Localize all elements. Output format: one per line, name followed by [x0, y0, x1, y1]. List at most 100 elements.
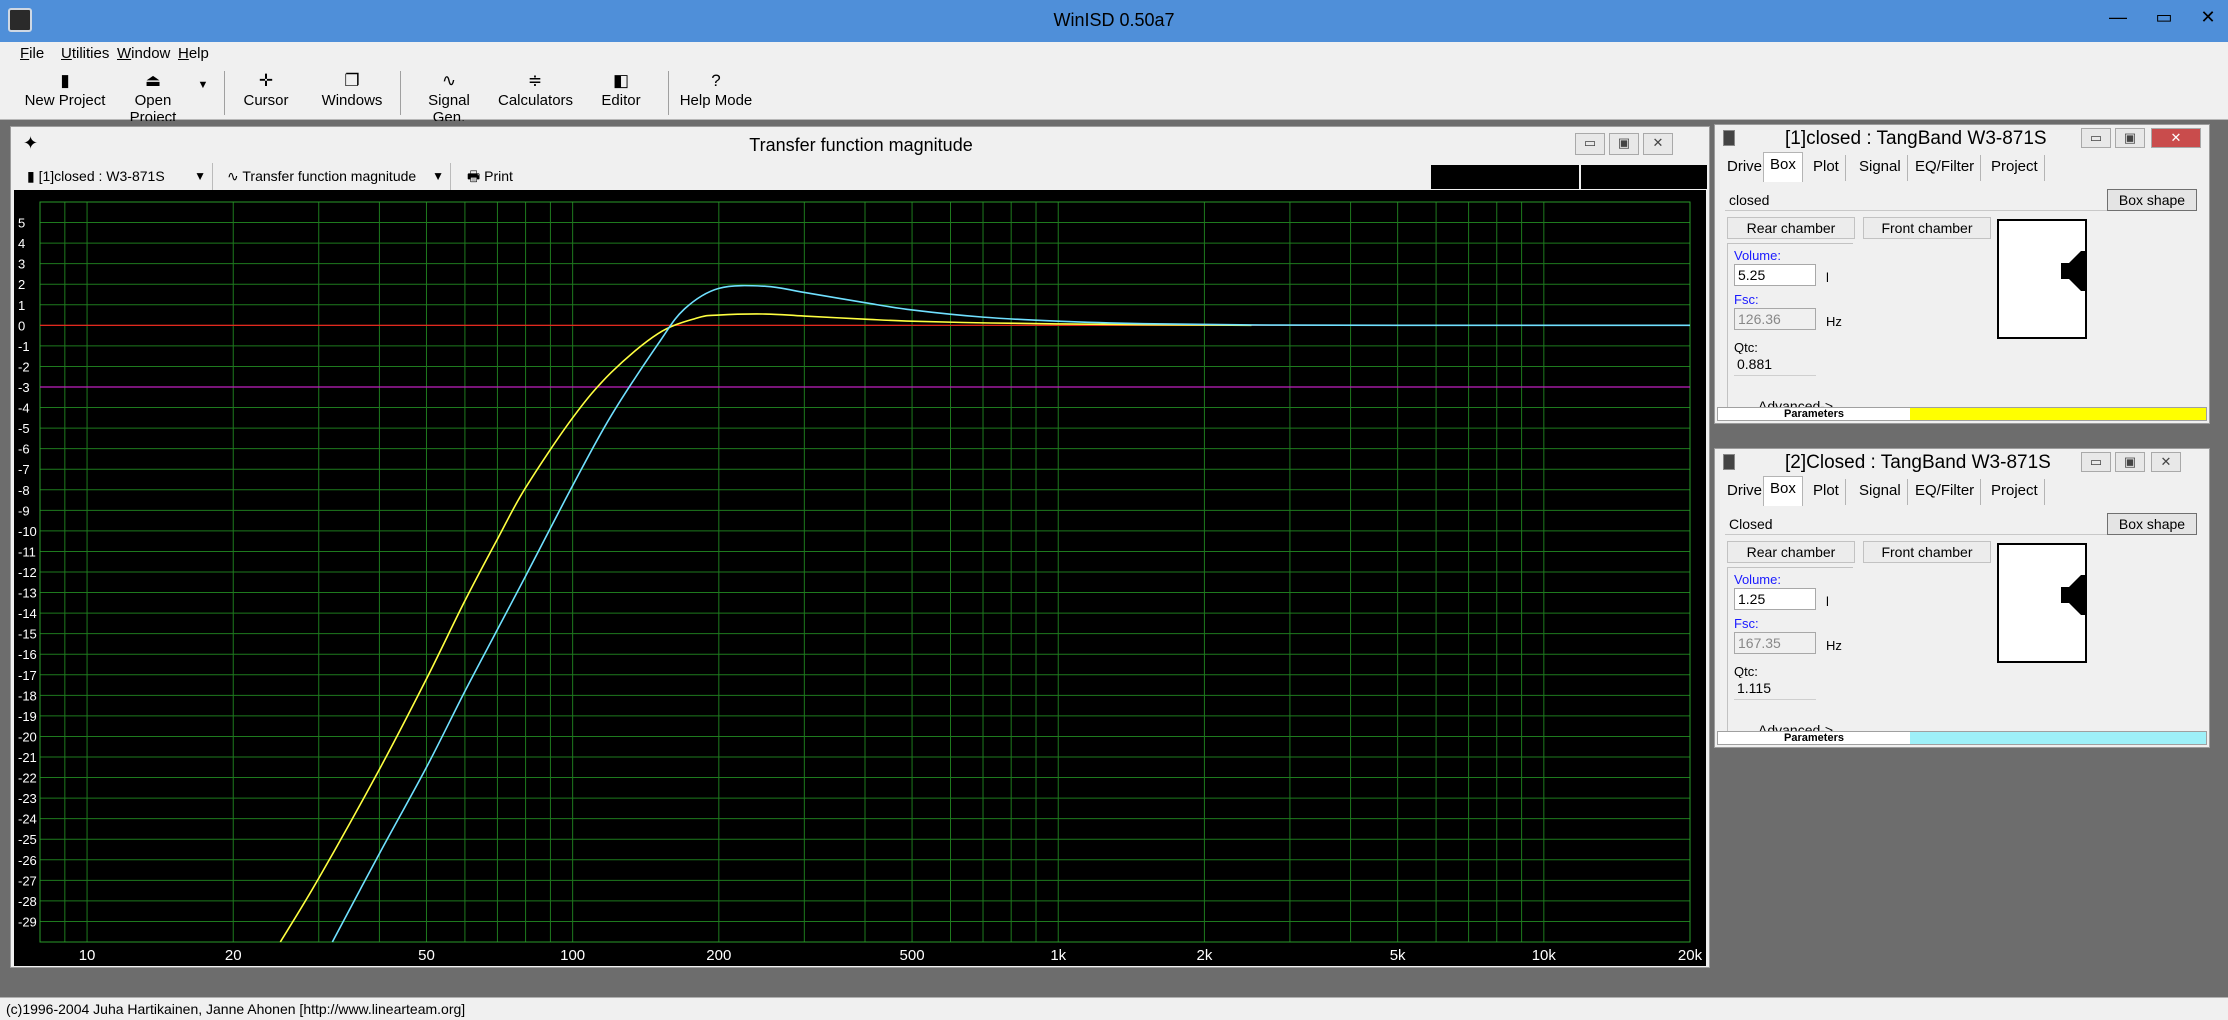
plot-area[interactable]: 5 4 3 2 1 0 -1 -2 -3 -4 -5 -6 -7 -8 -9 -10 -11 -12 -13 -14-…: [14, 190, 1706, 966]
x-tick-label: 1k: [1050, 947, 1066, 964]
tab-project[interactable]: Project: [1985, 479, 2045, 505]
y-tick-label: -29: [18, 914, 37, 929]
chevron-down-icon: ▼: [432, 169, 444, 183]
toolbar-separator: [400, 71, 401, 115]
toolbar-separator: [224, 71, 225, 115]
y-tick-label: -24: [18, 812, 37, 827]
graph-maximize-button[interactable]: ▣: [1609, 133, 1639, 155]
y-tick-label: -18: [18, 688, 37, 703]
y-tick-label: -8: [18, 483, 30, 498]
volume-unit: l: [1826, 594, 1829, 609]
driver-window-titlebar[interactable]: [2]Closed : TangBand W3-871S ▭ ▣ ✕: [1715, 449, 2209, 477]
driver-close-button[interactable]: ✕: [2151, 128, 2201, 148]
y-tick-label: -15: [18, 627, 37, 642]
box-name-field[interactable]: Closed: [1725, 513, 2115, 535]
y-tick-label: 0: [18, 318, 25, 333]
x-tick-label: 20k: [1678, 947, 1703, 964]
box-parameters-panel: Volume: 5.25 l Fsc: 126.36 Hz Qtc: 0.881…: [1727, 243, 1853, 414]
driver-minimize-button[interactable]: ▭: [2081, 452, 2111, 472]
window-minimize-button[interactable]: —: [2096, 2, 2140, 36]
calculators-button[interactable]: ≑ Calculators: [498, 70, 573, 116]
tab-plot[interactable]: Plot: [1807, 479, 1846, 505]
transfer-function-chart[interactable]: 543210-1-2-3-4-5-6-7-8-9-10-11-12-13-14-…: [14, 190, 1706, 966]
window-close-button[interactable]: ✕: [2186, 2, 2228, 36]
y-tick-label: -17: [18, 668, 37, 683]
tab-signal[interactable]: Signal: [1853, 155, 1908, 181]
menu-help[interactable]: Help: [178, 45, 209, 62]
front-chamber-button[interactable]: Front chamber: [1863, 541, 1991, 563]
signal-gen-button[interactable]: ∿ Signal Gen.: [410, 70, 488, 126]
open-project-button[interactable]: ⏏ Open Project: [110, 70, 196, 126]
box-shape-button[interactable]: Box shape: [2107, 513, 2197, 535]
menu-utilities[interactable]: Utilities: [61, 45, 109, 62]
y-tick-label: -3: [18, 380, 30, 395]
window-maximize-button[interactable]: ▭: [2142, 2, 2186, 36]
box-diagram: [1997, 219, 2087, 339]
driver-window-titlebar[interactable]: [1]closed : TangBand W3-871S ▭ ▣ ✕: [1715, 125, 2209, 153]
printer-icon: 🖶: [467, 168, 485, 184]
tab-box[interactable]: Box: [1763, 152, 1803, 182]
speaker-icon: [1723, 130, 1735, 146]
print-button[interactable]: 🖶 Print: [459, 163, 529, 191]
y-tick-label: 1: [18, 298, 25, 313]
y-tick-label: -13: [18, 586, 37, 601]
parameters-label: Parameters: [1784, 408, 1844, 420]
driver-tabs: Driver Box Plot Signal EQ/Filter Project: [1721, 476, 2205, 506]
y-tick-label: -27: [18, 873, 37, 888]
graph-close-button[interactable]: ✕: [1643, 133, 1673, 155]
rear-chamber-button[interactable]: Rear chamber: [1727, 217, 1855, 239]
app-titlebar[interactable]: WinISD 0.50a7 — ▭ ✕: [0, 0, 2228, 42]
graph-minimize-button[interactable]: ▭: [1575, 133, 1605, 155]
y-tick-label: -16: [18, 647, 37, 662]
tab-box[interactable]: Box: [1763, 476, 1803, 506]
fsc-label: Fsc:: [1734, 616, 1759, 631]
speaker-icon: ▮: [60, 71, 70, 90]
speaker-icon: [2061, 575, 2087, 615]
x-tick-label: 20: [225, 947, 242, 964]
box-shape-button[interactable]: Box shape: [2107, 189, 2197, 211]
y-tick-label: -6: [18, 442, 30, 457]
menu-window[interactable]: Window: [117, 45, 170, 62]
chevron-down-icon: ▼: [197, 79, 209, 91]
y-tick-label: -5: [18, 421, 30, 436]
parameters-strip: Parameters: [1717, 731, 2207, 745]
open-project-dropdown[interactable]: ▼: [196, 70, 210, 116]
graph-type-select[interactable]: ∿ Transfer function magnitude ▼: [219, 163, 451, 191]
status-bar: (c)1996-2004 Juha Hartikainen, Janne Aho…: [0, 997, 2228, 1020]
windows-button[interactable]: ❐ Windows: [318, 70, 386, 116]
qtc-value: 0.881: [1734, 354, 1816, 376]
front-chamber-button[interactable]: Front chamber: [1863, 217, 1991, 239]
x-tick-label: 10: [79, 947, 96, 964]
driver-maximize-button[interactable]: ▣: [2115, 452, 2145, 472]
tab-plot[interactable]: Plot: [1807, 155, 1846, 181]
y-tick-label: 3: [18, 257, 25, 272]
tab-project[interactable]: Project: [1985, 155, 2045, 181]
rear-chamber-button[interactable]: Rear chamber: [1727, 541, 1855, 563]
menu-file[interactable]: File: [20, 45, 44, 62]
driver-window-1: [1]closed : TangBand W3-871S ▭ ▣ ✕ Drive…: [1714, 124, 2210, 424]
project-select[interactable]: ▮ [1]closed : W3-871S ▼: [19, 163, 213, 191]
driver-maximize-button[interactable]: ▣: [2115, 128, 2145, 148]
tab-signal[interactable]: Signal: [1853, 479, 1908, 505]
y-tick-label: 5: [18, 216, 25, 231]
box-name-field[interactable]: closed: [1725, 189, 2115, 211]
driver-close-button[interactable]: ✕: [2151, 452, 2181, 472]
tab-eq-filter[interactable]: EQ/Filter: [1909, 479, 1982, 505]
help-mode-button[interactable]: ? Help Mode: [678, 70, 754, 116]
cursor-button[interactable]: ✛ Cursor: [236, 70, 296, 116]
new-project-button[interactable]: ▮ New Project: [24, 70, 106, 116]
driver-tabs: Driver Box Plot Signal EQ/Filter Project: [1721, 152, 2205, 182]
y-tick-label: -28: [18, 894, 37, 909]
driver-minimize-button[interactable]: ▭: [2081, 128, 2111, 148]
tab-eq-filter[interactable]: EQ/Filter: [1909, 155, 1982, 181]
editor-button[interactable]: ◧ Editor: [594, 70, 648, 116]
y-tick-label: -9: [18, 503, 30, 518]
series-color-swatch: [1910, 408, 2206, 420]
driver-window-title: [1]closed : TangBand W3-871S: [1785, 128, 2047, 149]
toolbar-separator: [668, 71, 669, 115]
qtc-value: 1.115: [1734, 678, 1816, 700]
volume-input[interactable]: 1.25: [1734, 588, 1816, 610]
volume-input[interactable]: 5.25: [1734, 264, 1816, 286]
box-diagram: [1997, 543, 2087, 663]
fsc-unit: Hz: [1826, 638, 1842, 653]
